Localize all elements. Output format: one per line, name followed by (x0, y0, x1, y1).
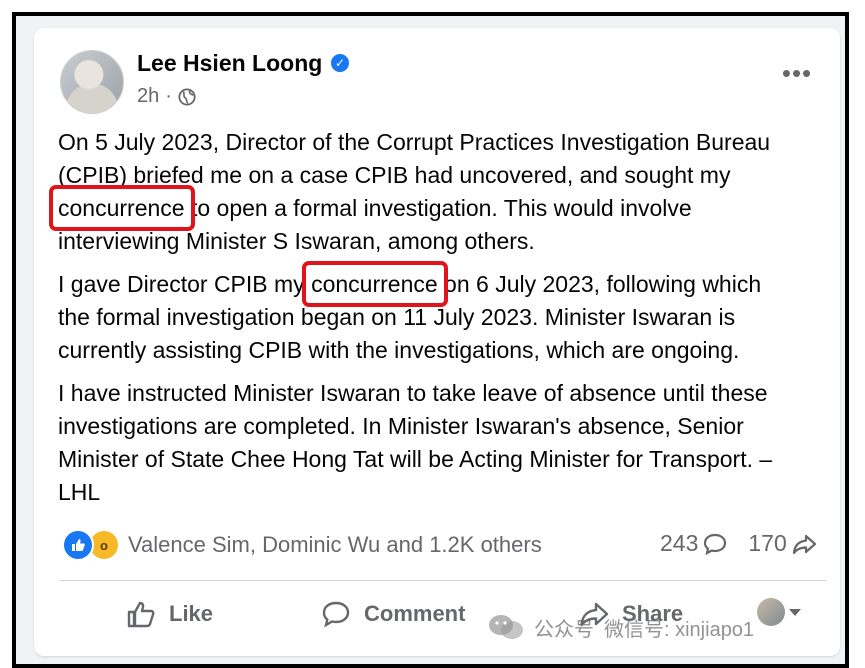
text-segment: to open a formal investigation. This wou… (184, 195, 692, 221)
text-segment: investigations are completed. In Ministe… (58, 413, 744, 439)
engagement-counts: 243 170 (660, 530, 817, 557)
post-paragraph: I gave Director CPIB my concurrence on 6… (58, 261, 828, 367)
text-line: I gave Director CPIB my concurrence on 6… (58, 261, 828, 307)
post-meta: 2h · (137, 85, 196, 108)
like-button-label: Like (169, 601, 214, 626)
comment-button-label: Comment (364, 601, 466, 626)
share-count[interactable]: 170 (748, 530, 786, 557)
globe-icon (178, 87, 196, 106)
reaction-names[interactable]: Valence Sim, Dominic Wu and 1.2K others (128, 532, 542, 558)
post-time[interactable]: 2h (137, 85, 159, 108)
meta-separator: · (165, 85, 172, 107)
comment-count[interactable]: 243 (660, 530, 698, 557)
verified-badge-icon: ✓ (331, 54, 349, 72)
viewer-avatar (757, 598, 785, 626)
text-line: On 5 July 2023, Director of the Corrupt … (58, 126, 828, 159)
text-line: LHL (58, 476, 828, 509)
like-reaction-icon (62, 529, 94, 561)
highlighted-word: concurrence (302, 261, 448, 307)
text-segment: the formal investigation began on 11 Jul… (58, 304, 736, 330)
text-segment: Minister of State Chee Hong Tat will be … (58, 446, 773, 472)
post-as-selector[interactable] (757, 598, 801, 626)
post-paragraph: I have instructed Minister Iswaran to ta… (58, 377, 828, 509)
highlighted-word: concurrence (49, 185, 195, 231)
comment-button[interactable]: Comment (320, 596, 465, 632)
chevron-down-icon (789, 608, 801, 616)
watermark-handle: 微信号: xinjiapo1 (604, 618, 755, 641)
text-segment: On 5 July 2023, Director of the Corrupt … (58, 129, 771, 155)
text-segment: I gave Director CPIB my (58, 271, 312, 297)
text-segment: interviewing Minister S Iswaran, among o… (58, 228, 535, 254)
post-text: On 5 July 2023, Director of the Corrupt … (49, 126, 828, 519)
comment-icon (322, 601, 350, 628)
wechat-watermark: 公众号 微信号: xinjiapo1 (486, 612, 754, 642)
text-segment: LHL (58, 479, 101, 505)
action-divider (60, 580, 826, 581)
author-avatar[interactable] (60, 50, 124, 114)
post-paragraph: On 5 July 2023, Director of the Corrupt … (49, 126, 828, 258)
text-segment: I have instructed Minister Iswaran to ta… (58, 380, 768, 406)
text-line: concurrence to open a formal investigati… (49, 185, 828, 231)
reactions-summary[interactable]: o Valence Sim, Dominic Wu and 1.2K other… (62, 528, 542, 562)
watermark-text: 公众号 (534, 618, 594, 641)
more-options-icon[interactable]: ••• (780, 60, 814, 88)
text-line: Minister of State Chee Hong Tat will be … (58, 443, 828, 476)
text-line: I have instructed Minister Iswaran to ta… (58, 377, 828, 410)
author-name[interactable]: Lee Hsien Loong (137, 50, 322, 77)
text-line: currently assisting CPIB with the invest… (58, 334, 828, 367)
text-segment: on 6 July 2023, following which (437, 271, 762, 297)
text-line: investigations are completed. In Ministe… (58, 410, 828, 443)
comment-count-icon (704, 533, 727, 555)
text-segment: currently assisting CPIB with the invest… (58, 337, 740, 363)
thumbs-up-icon (127, 601, 155, 628)
wechat-logo-icon (489, 615, 523, 639)
like-button[interactable]: Like (125, 596, 213, 632)
share-count-icon (792, 534, 816, 554)
